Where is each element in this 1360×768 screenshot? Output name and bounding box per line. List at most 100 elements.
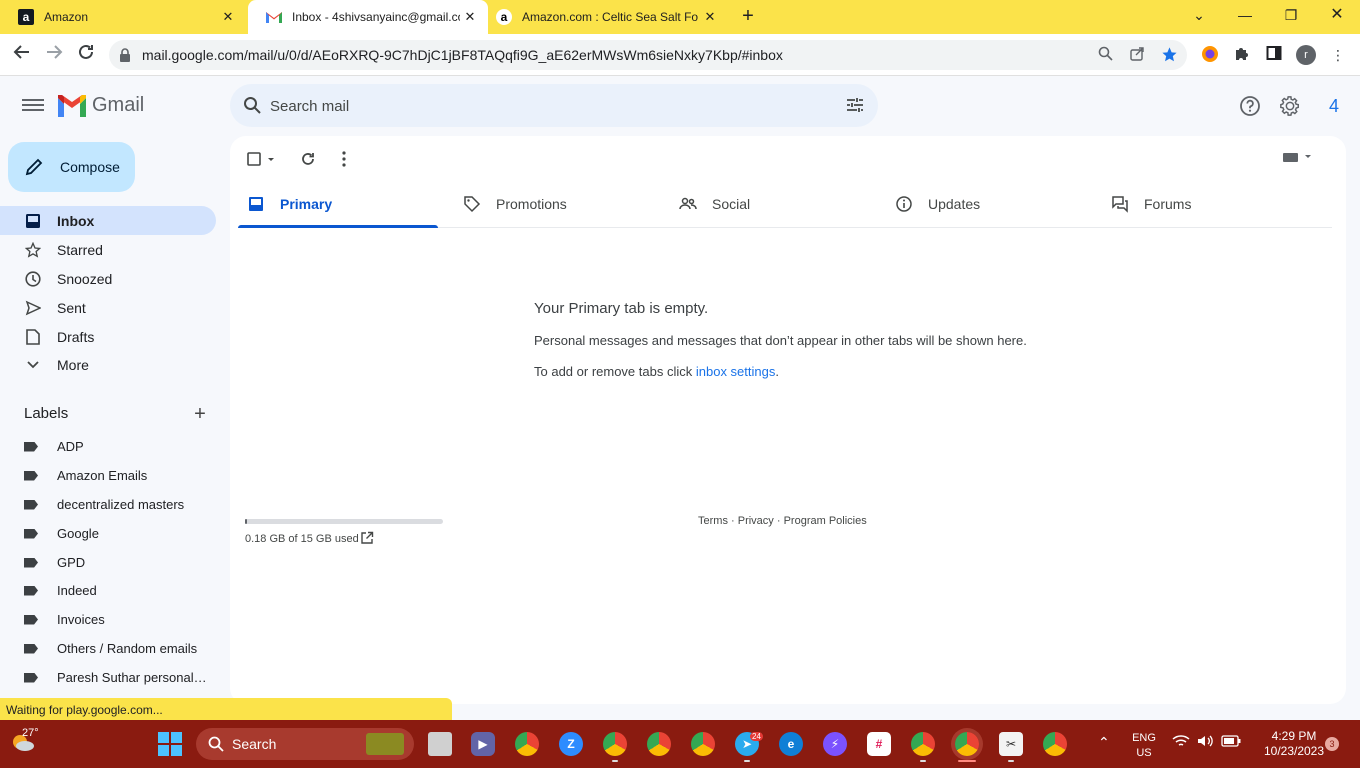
chrome-profile-icon[interactable] xyxy=(647,732,671,756)
sidebar-item-label: Inbox xyxy=(57,212,95,229)
slack-icon[interactable]: # xyxy=(867,732,891,756)
support-icon[interactable] xyxy=(1239,95,1261,117)
select-all-checkbox[interactable] xyxy=(245,149,274,169)
label-item[interactable]: Paresh Suthar personal ... xyxy=(0,663,216,692)
back-button[interactable] xyxy=(10,43,34,67)
browser-tab-amazon-celtic[interactable]: a Amazon.com : Celtic Sea Salt Fo ✕ xyxy=(478,0,728,34)
clock-date: 10/23/2023 xyxy=(1263,744,1325,758)
chrome-profile-icon[interactable] xyxy=(1043,732,1067,756)
taskbar-search[interactable]: Search xyxy=(196,728,414,760)
address-bar[interactable]: mail.google.com/mail/u/0/d/AEoRXRQ-9C7hD… xyxy=(109,40,1187,70)
snipping-tool-icon[interactable]: ✂ xyxy=(999,732,1023,756)
forward-button[interactable] xyxy=(42,43,66,67)
windows-start-icon[interactable] xyxy=(158,732,182,761)
label-item[interactable]: ADP xyxy=(0,432,216,461)
storage-usage-text: 0.18 GB of 15 GB used xyxy=(245,533,359,545)
tab-promotions[interactable]: Promotions xyxy=(462,180,567,228)
label-item[interactable]: Invoices xyxy=(0,605,216,634)
label-item[interactable]: Indeed xyxy=(0,576,216,605)
main-menu-icon[interactable] xyxy=(22,96,44,116)
inbox-settings-link[interactable]: inbox settings xyxy=(696,364,776,379)
refresh-icon[interactable] xyxy=(298,149,318,169)
edge-browser-icon[interactable]: e xyxy=(779,732,803,756)
browser-profile-avatar[interactable]: r xyxy=(1296,45,1316,65)
running-indicator xyxy=(612,760,618,762)
chrome-active-icon[interactable] xyxy=(955,732,979,756)
notification-count-badge[interactable]: 3 xyxy=(1325,737,1339,751)
label-item[interactable]: GPD xyxy=(0,548,216,577)
settings-gear-icon[interactable] xyxy=(1279,95,1301,117)
tab-forums[interactable]: Forums xyxy=(1110,180,1191,228)
input-tools-keyboard-icon[interactable] xyxy=(1283,151,1313,163)
close-icon[interactable]: ✕ xyxy=(700,9,720,25)
tab-updates[interactable]: Updates xyxy=(894,180,980,228)
search-icon[interactable] xyxy=(243,96,262,115)
share-icon[interactable] xyxy=(1128,46,1146,64)
sidebar-item-inbox[interactable]: Inbox xyxy=(0,206,216,235)
sidebar-item-starred[interactable]: Starred xyxy=(0,235,216,264)
tray-overflow-chevron-icon[interactable]: ⌃ xyxy=(1098,734,1110,751)
restore-button[interactable]: ❐ xyxy=(1268,0,1314,30)
wifi-icon[interactable] xyxy=(1172,734,1190,751)
label-item[interactable]: decentralized masters xyxy=(0,490,216,519)
extensions-puzzle-icon[interactable] xyxy=(1232,45,1252,65)
sidebar-item-snoozed[interactable]: Snoozed xyxy=(0,264,216,293)
taskbar-search-label: Search xyxy=(232,736,277,752)
tab-primary[interactable]: Primary xyxy=(246,180,446,228)
minimize-button[interactable]: — xyxy=(1222,0,1268,30)
running-indicator xyxy=(1008,760,1014,762)
search-bar[interactable] xyxy=(230,84,878,127)
close-icon[interactable]: ✕ xyxy=(218,9,238,25)
label-tag-icon xyxy=(24,470,38,481)
program-policies-link[interactable]: Program Policies xyxy=(784,515,867,527)
chrome-profile-icon[interactable] xyxy=(911,732,935,756)
info-icon xyxy=(894,194,914,214)
zoom-search-icon[interactable] xyxy=(1096,46,1114,64)
label-item[interactable]: Others / Random emails xyxy=(0,634,216,663)
footer-separator: · xyxy=(727,515,738,527)
bookmark-star-icon[interactable] xyxy=(1160,46,1178,64)
new-tab-button[interactable]: + xyxy=(736,4,760,28)
label-tag-icon xyxy=(24,499,38,510)
add-label-button[interactable]: + xyxy=(190,403,210,426)
label-item[interactable]: Google xyxy=(0,519,216,548)
browser-toolbar: mail.google.com/mail/u/0/d/AEoRXRQ-9C7hD… xyxy=(0,34,1360,76)
language-indicator[interactable]: ENG US xyxy=(1128,731,1160,761)
more-options-icon[interactable] xyxy=(334,149,354,169)
search-options-icon[interactable] xyxy=(846,96,864,114)
label-item[interactable]: Amazon Emails xyxy=(0,461,216,490)
volume-icon[interactable] xyxy=(1197,734,1215,751)
battery-icon[interactable] xyxy=(1221,735,1241,750)
chrome-profile-icon[interactable] xyxy=(515,732,539,756)
browser-tab-amazon[interactable]: a Amazon ✕ xyxy=(0,0,246,34)
tab-search-chevron-icon[interactable]: ⌄ xyxy=(1176,0,1222,30)
close-window-button[interactable]: ✕ xyxy=(1314,0,1360,30)
privacy-link[interactable]: Privacy xyxy=(738,515,774,527)
chrome-profile-icon[interactable] xyxy=(691,732,715,756)
chrome-menu-icon[interactable]: ⋮ xyxy=(1328,45,1348,65)
task-view-icon[interactable] xyxy=(428,732,452,756)
open-storage-external-icon[interactable] xyxy=(360,531,374,550)
gmail-logo[interactable]: Gmail xyxy=(58,94,144,117)
sidebar-item-more[interactable]: More xyxy=(0,350,216,379)
gmail-brand-text: Gmail xyxy=(92,94,145,116)
tab-social[interactable]: Social xyxy=(678,180,750,228)
sidebar-item-sent[interactable]: Sent xyxy=(0,293,216,322)
messenger-icon[interactable]: ⚡ xyxy=(823,732,847,756)
sidebar-item-drafts[interactable]: Drafts xyxy=(0,322,216,351)
account-avatar[interactable]: 4 xyxy=(1320,92,1348,120)
weather-widget[interactable]: 27° xyxy=(10,727,39,757)
extension-firefox-icon[interactable] xyxy=(1200,45,1220,65)
category-tabs: Primary Promotions Social Updates Forums xyxy=(238,180,1332,228)
compose-button[interactable]: Compose xyxy=(8,142,135,192)
chrome-profile-icon[interactable] xyxy=(603,732,627,756)
terms-link[interactable]: Terms xyxy=(698,515,728,527)
reload-button[interactable] xyxy=(74,43,98,67)
side-panel-icon[interactable] xyxy=(1264,45,1284,65)
zoom-app-icon[interactable]: Z xyxy=(559,732,583,756)
close-icon[interactable]: ✕ xyxy=(460,9,480,25)
search-input[interactable] xyxy=(270,94,810,118)
teams-meet-icon[interactable]: ▶ xyxy=(471,732,495,756)
taskbar-clock[interactable]: 4:29 PM 10/23/2023 xyxy=(1252,729,1336,759)
browser-tab-gmail[interactable]: Inbox - 4shivsanyainc@gmail.com ✕ xyxy=(248,0,488,34)
